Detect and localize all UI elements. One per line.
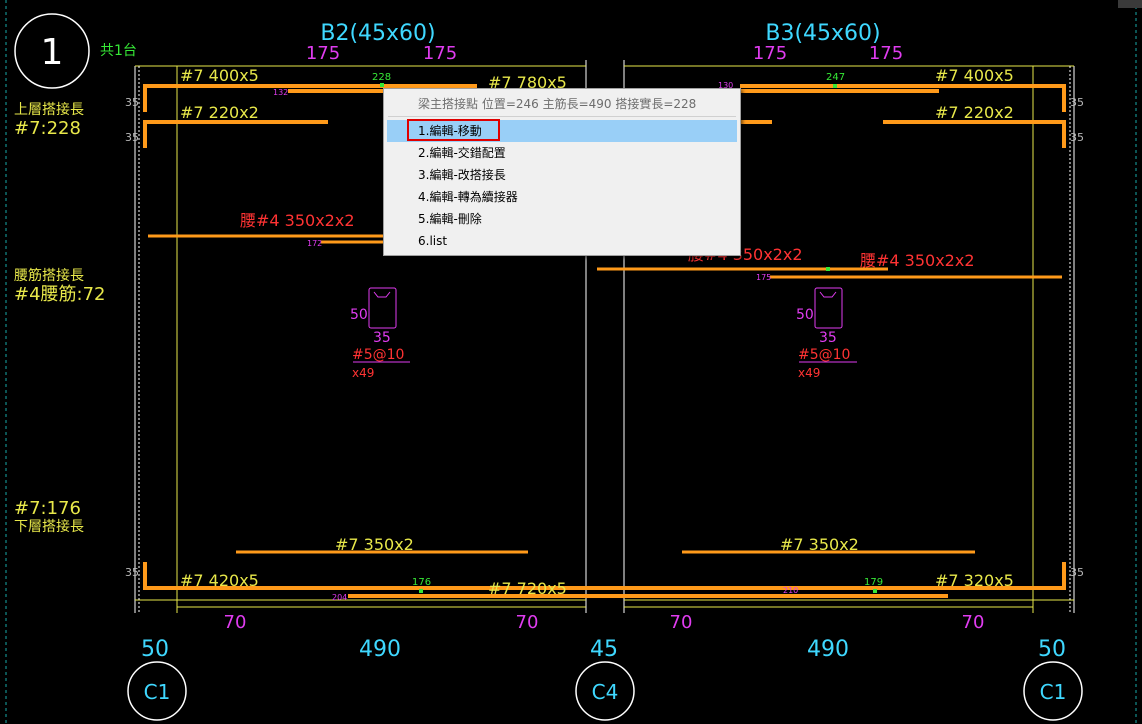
b3-top-splice: 247 <box>826 72 845 83</box>
web-lap-value: #4腰筋:72 <box>14 284 106 305</box>
web-lap-title: 腰筋搭接長 <box>14 267 84 284</box>
b2-bottom-splice: 176 <box>412 577 431 588</box>
b3-bottom-splice: 179 <box>864 577 883 588</box>
menu-item-move[interactable]: 1.編輯-移動 <box>387 120 737 142</box>
b2-span: 490 <box>359 637 401 662</box>
b2-dim-bot-left: 70 <box>224 612 247 633</box>
b3-dim-bot-right: 70 <box>962 612 985 633</box>
context-menu-separator <box>388 116 736 117</box>
b2-stirrup-label: #5@10 <box>352 347 404 363</box>
cover-label: 35 <box>125 566 139 579</box>
menu-item-delete[interactable]: 5.編輯-刪除 <box>387 208 737 230</box>
bottom-lap-value: #7:176 <box>14 498 81 519</box>
b2-top-bar2-label: #7 220x2 <box>180 103 259 122</box>
b2-dim-top-left: 175 <box>306 43 340 64</box>
b2-bottom-mid-label: #7 350x2 <box>335 535 414 554</box>
b3-top-bar1-label: #7 400x5 <box>935 66 1014 85</box>
context-menu[interactable]: 梁主搭接點 位置=246 主筋長=490 搭接實長=228 1.編輯-移動 2.… <box>383 88 741 256</box>
menu-item-label: 3.編輯-改搭接長 <box>418 168 506 182</box>
b3-dim-top-left: 175 <box>753 43 787 64</box>
viewport-corner-handle <box>1118 0 1142 8</box>
b3-top-bar2-label: #7 220x2 <box>935 103 1014 122</box>
b2-dim-bot-right: 70 <box>516 612 539 633</box>
b3-bottom-mid-label: #7 350x2 <box>780 535 859 554</box>
b2-bottom-bar-right-label: #7 720x5 <box>488 579 567 598</box>
b2-bottom-small: 204 <box>332 593 347 602</box>
b3-dim-top-right: 175 <box>869 43 903 64</box>
b3-stirrup-label: #5@10 <box>798 347 850 363</box>
b2-web-small: 172 <box>307 239 322 248</box>
cover-label: 35 <box>1070 96 1084 109</box>
cover-label: 35 <box>1070 566 1084 579</box>
b3-span: 490 <box>807 637 849 662</box>
menu-item-label: 6.list <box>418 234 448 248</box>
menu-item-list[interactable]: 6.list <box>387 230 737 252</box>
b2-top-bar1-label: #7 400x5 <box>180 66 259 85</box>
bottom-bars[interactable] <box>143 562 1066 598</box>
b3-section-height: 50 <box>796 307 814 323</box>
b3-web-bar-label: 腰#4 350x2x2 <box>860 251 975 270</box>
cover-label: 35 <box>125 96 139 109</box>
b2-web-bar-label: 腰#4 350x2x2 <box>240 211 355 230</box>
b2-section-height: 50 <box>350 307 368 323</box>
b2-top-splice: 228 <box>372 72 391 83</box>
b3-bottom-bar1-label: #7 320x5 <box>935 571 1014 590</box>
b3-bottom-splice-point[interactable] <box>873 589 877 593</box>
menu-item-label: 5.編輯-刪除 <box>418 212 482 226</box>
b3-bottom-small: 210 <box>783 586 798 595</box>
top-lap-title: 上層搭接長 <box>14 101 84 118</box>
menu-item-label: 2.編輯-交錯配置 <box>418 146 506 160</box>
menu-item-label: 1.編輯-移動 <box>418 124 482 138</box>
menu-item-convert-coupler[interactable]: 4.編輯-轉為續接器 <box>387 186 737 208</box>
sheet-number: 1 <box>41 32 64 73</box>
column-width-c4: 45 <box>590 637 618 662</box>
b2-top-splice-small: 132 <box>273 88 288 97</box>
b3-web-small: 175 <box>756 273 771 282</box>
quantity-note: 共1台 <box>100 43 137 59</box>
column-width-c1-right: 50 <box>1038 637 1066 662</box>
b2-section-width: 35 <box>373 330 391 346</box>
b3-top-splice-point[interactable] <box>833 84 837 88</box>
column-label-c1-left: C1 <box>144 680 171 704</box>
menu-item-stagger[interactable]: 2.編輯-交錯配置 <box>387 142 737 164</box>
cover-label: 35 <box>1070 131 1084 144</box>
top-lap-value: #7:228 <box>14 118 81 139</box>
b2-bottom-bar1-label: #7 420x5 <box>180 571 259 590</box>
bottom-lap-title: 下層搭接長 <box>14 518 84 535</box>
cover-label: 35 <box>125 131 139 144</box>
column-width-c1-left: 50 <box>141 637 169 662</box>
b2-stirrup-count: x49 <box>352 366 374 380</box>
b3-stirrup-count: x49 <box>798 366 820 380</box>
b2-dim-top-right: 175 <box>423 43 457 64</box>
b3-section-width: 35 <box>819 330 837 346</box>
column-label-c1-right: C1 <box>1040 680 1067 704</box>
context-menu-title: 梁主搭接點 位置=246 主筋長=490 搭接實長=228 <box>418 97 697 111</box>
b2-bottom-splice-point[interactable] <box>419 589 423 593</box>
column-label-c4: C4 <box>592 680 619 704</box>
b3-dim-bot-left: 70 <box>670 612 693 633</box>
menu-item-label: 4.編輯-轉為續接器 <box>418 190 518 204</box>
b2-top-splice-point[interactable] <box>380 83 384 87</box>
b3-web-splice-point[interactable] <box>826 267 830 271</box>
menu-item-change-lap-length[interactable]: 3.編輯-改搭接長 <box>387 164 737 186</box>
